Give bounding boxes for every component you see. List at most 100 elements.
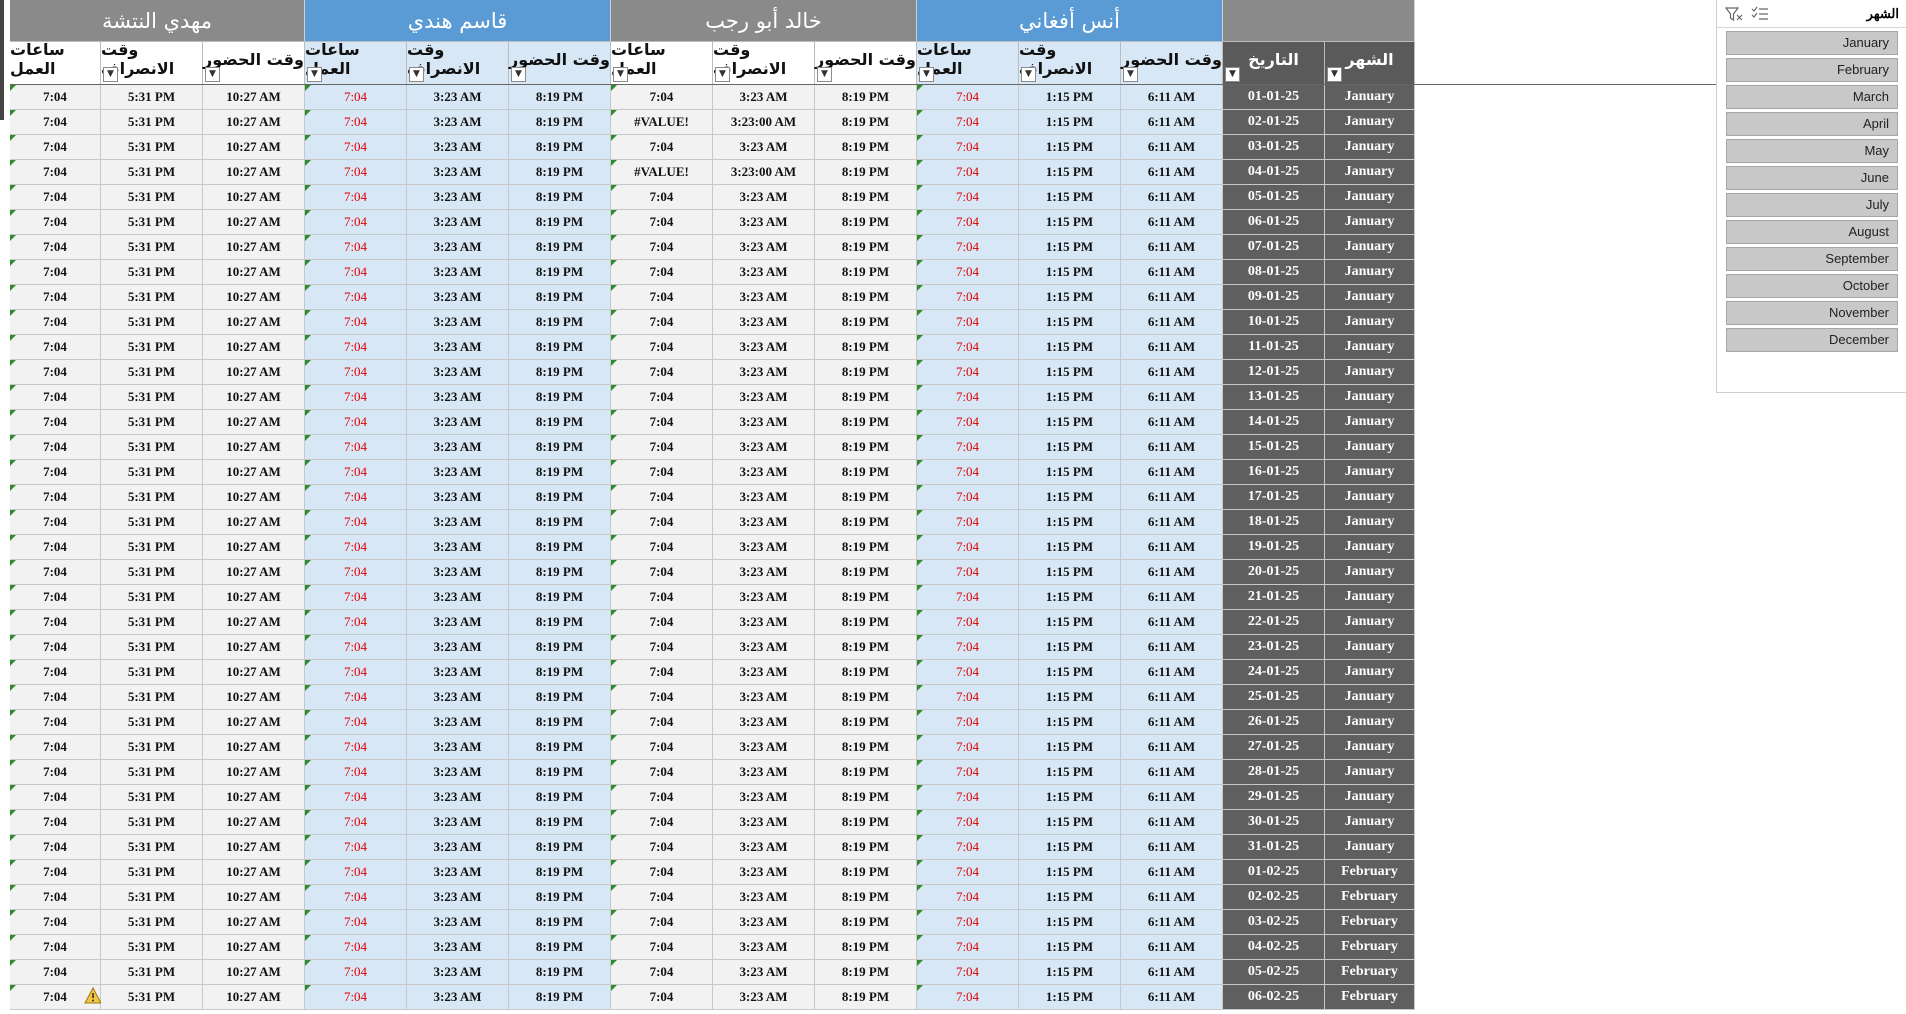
slicer-item-august[interactable]: August [1726,220,1898,244]
table-cell[interactable]: 3:23 AM [713,560,815,585]
table-cell[interactable]: 3:23 AM [407,760,509,785]
table-cell[interactable]: 1:15 PM [1019,885,1121,910]
table-cell[interactable]: 7:04 [10,660,101,685]
table-cell[interactable]: 7:04 [611,435,713,460]
column-header-work_hours[interactable]: ساعات العمل ▼ [917,40,1019,84]
table-cell[interactable]: 3:23 AM [713,710,815,735]
table-cell[interactable]: 7:04 [305,310,407,335]
table-cell[interactable]: 8:19 PM [815,960,917,985]
table-cell[interactable]: 7:04 [611,485,713,510]
table-cell[interactable]: 04-02-25 [1223,935,1325,960]
table-cell[interactable]: 7:04 [10,885,101,910]
table-cell[interactable]: 10:27 AM [203,660,305,685]
table-cell[interactable]: 8:19 PM [509,610,611,635]
table-cell[interactable]: 3:23 AM [407,385,509,410]
table-cell[interactable]: 7:04 [917,685,1019,710]
table-cell[interactable]: 1:15 PM [1019,210,1121,235]
column-header-month[interactable]: الشهر ▼ [1325,41,1415,84]
table-cell[interactable]: 3:23 AM [713,860,815,885]
table-cell[interactable]: 04-01-25 [1223,160,1325,185]
table-cell[interactable]: 3:23 AM [713,385,815,410]
table-cell[interactable]: 8:19 PM [509,285,611,310]
table-cell[interactable]: 7:04 [611,535,713,560]
table-cell[interactable]: 7:04 [10,310,101,335]
table-cell[interactable]: January [1325,485,1415,510]
table-cell[interactable]: 8:19 PM [815,935,917,960]
table-cell[interactable]: 7:04 [611,135,713,160]
table-cell[interactable]: 07-01-25 [1223,235,1325,260]
table-cell[interactable]: 3:23 AM [407,935,509,960]
table-cell[interactable]: 30-01-25 [1223,810,1325,835]
table-cell[interactable]: 3:23 AM [713,360,815,385]
table-cell[interactable]: 6:11 AM [1121,710,1223,735]
table-cell[interactable]: 3:23 AM [407,510,509,535]
table-cell[interactable]: 8:19 PM [815,110,917,135]
table-cell[interactable]: 3:23 AM [407,260,509,285]
slicer-item-february[interactable]: February [1726,58,1898,82]
table-cell[interactable]: 5:31 PM [101,85,203,110]
table-cell[interactable]: 1:15 PM [1019,910,1121,935]
table-cell[interactable]: January [1325,260,1415,285]
table-cell[interactable]: 6:11 AM [1121,935,1223,960]
table-cell[interactable]: 7:04 [917,985,1019,1010]
table-cell[interactable]: 7:04 [917,85,1019,110]
column-header-work_hours[interactable]: ساعات العمل ▼ [305,40,407,84]
table-cell[interactable]: 7:04 [917,910,1019,935]
table-cell[interactable]: 02-01-25 [1223,110,1325,135]
table-cell[interactable]: 7:04 [611,810,713,835]
table-cell[interactable]: 3:23 AM [407,235,509,260]
table-cell[interactable]: 7:04 [305,985,407,1010]
table-cell[interactable]: 7:04 [917,335,1019,360]
table-cell[interactable]: 3:23 AM [407,985,509,1010]
table-cell[interactable]: 3:23 AM [713,335,815,360]
table-cell[interactable]: 3:23 AM [713,85,815,110]
table-cell[interactable]: 7:04 [917,460,1019,485]
table-cell[interactable]: 23-01-25 [1223,635,1325,660]
table-cell[interactable]: 7:04 [611,735,713,760]
table-cell[interactable]: 8:19 PM [509,510,611,535]
table-cell[interactable]: 7:04 [917,510,1019,535]
table-cell[interactable]: 7:04 [10,710,101,735]
table-cell[interactable]: 1:15 PM [1019,635,1121,660]
table-cell[interactable]: 8:19 PM [815,335,917,360]
table-cell[interactable]: 7:04 [917,535,1019,560]
table-cell[interactable]: 7:04 [611,210,713,235]
table-cell[interactable]: 10:27 AM [203,360,305,385]
table-cell[interactable]: 7:04 [917,385,1019,410]
table-cell[interactable]: 7:04 [305,110,407,135]
table-cell[interactable]: 7:04 [611,785,713,810]
table-cell[interactable]: 3:23 AM [407,135,509,160]
table-cell[interactable]: 6:11 AM [1121,860,1223,885]
table-cell[interactable]: #VALUE! [611,160,713,185]
table-cell[interactable]: 3:23 AM [407,960,509,985]
table-cell[interactable]: 7:04 [10,160,101,185]
table-cell[interactable]: January [1325,410,1415,435]
table-cell[interactable]: 1:15 PM [1019,985,1121,1010]
table-cell[interactable]: 1:15 PM [1019,310,1121,335]
table-cell[interactable]: January [1325,685,1415,710]
table-cell[interactable]: 6:11 AM [1121,460,1223,485]
table-cell[interactable]: 3:23 AM [713,410,815,435]
table-cell[interactable]: 6:11 AM [1121,435,1223,460]
table-cell[interactable]: 8:19 PM [815,885,917,910]
table-cell[interactable]: 3:23 AM [407,785,509,810]
table-cell[interactable]: January [1325,560,1415,585]
table-cell[interactable]: 16-01-25 [1223,460,1325,485]
table-cell[interactable]: 7:04 [10,210,101,235]
table-cell[interactable]: 6:11 AM [1121,585,1223,610]
table-cell[interactable]: January [1325,160,1415,185]
table-cell[interactable]: 3:23 AM [713,960,815,985]
column-header-work_hours[interactable]: ساعات العمل ▼ [611,40,713,84]
table-cell[interactable]: 8:19 PM [509,160,611,185]
table-cell[interactable]: 7:04 [305,935,407,960]
table-cell[interactable]: 10:27 AM [203,410,305,435]
table-cell[interactable]: 3:23 AM [713,310,815,335]
table-cell[interactable]: January [1325,610,1415,635]
error-warning-icon[interactable] [84,987,102,1005]
table-cell[interactable]: 7:04 [917,810,1019,835]
table-cell[interactable]: 8:19 PM [509,260,611,285]
table-cell[interactable]: 6:11 AM [1121,210,1223,235]
table-cell[interactable]: 05-02-25 [1223,960,1325,985]
table-cell[interactable]: 7:04 [917,360,1019,385]
table-cell[interactable]: 7:04 [305,735,407,760]
